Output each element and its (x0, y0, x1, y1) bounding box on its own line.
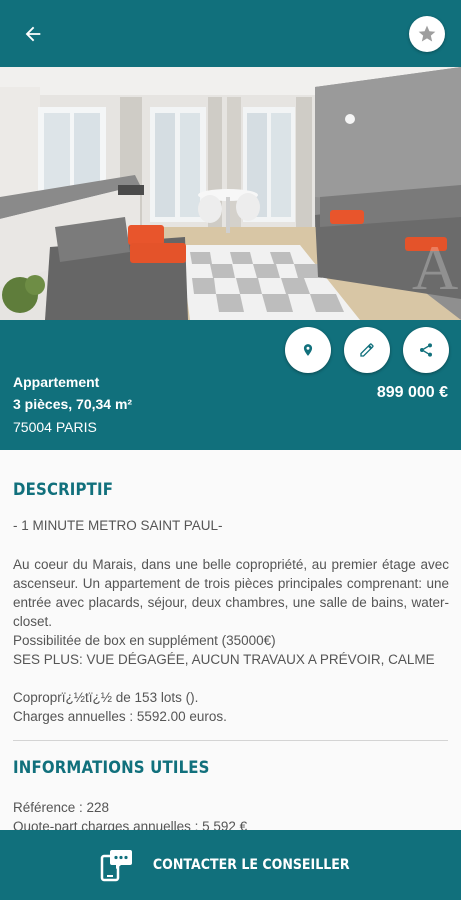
pencil-icon (360, 343, 374, 357)
property-rooms-area: 3 pièces, 70,34 m² (13, 396, 133, 412)
descriptif-title: DESCRIPTIF (13, 480, 114, 500)
edit-button[interactable] (344, 327, 390, 373)
agency-watermark: A (412, 232, 458, 303)
info-reference: Référence : 228 (13, 800, 110, 815)
contact-advisor-label: CONTACTER LE CONSEILLER (153, 857, 350, 873)
info-quote-part: Quote-part charges annuelles : 5 592 € (13, 819, 248, 830)
descriptif-headline: - 1 MINUTE METRO SAINT PAUL- (13, 518, 223, 533)
arrow-left-icon (25, 26, 41, 42)
contact-advisor-button[interactable]: CONTACTER LE CONSEILLER (0, 830, 461, 900)
top-app-bar (0, 0, 461, 67)
favorite-button[interactable] (409, 16, 445, 52)
share-button[interactable] (403, 327, 449, 373)
section-divider (13, 740, 448, 741)
back-button[interactable] (14, 16, 52, 52)
property-price: 899 000 € (376, 384, 448, 401)
descriptif-plus: SES PLUS: VUE DÉGAGÉE, AUCUN TRAVAUX A P… (13, 652, 435, 667)
infos-title: INFORMATIONS UTILES (13, 758, 210, 778)
map-pin-icon (303, 344, 313, 356)
star-icon (418, 25, 436, 42)
living-room-image: A (0, 67, 461, 320)
descriptif-box: Possibilitée de box en supplément (35000… (13, 633, 276, 648)
location-button[interactable] (285, 327, 331, 373)
descriptif-paragraph: Au coeur du Marais, dans une belle copro… (13, 557, 449, 629)
listing-details[interactable]: DESCRIPTIF - 1 MINUTE METRO SAINT PAUL- … (0, 450, 461, 830)
descriptif-charges: Charges annuelles : 5592.00 euros. (13, 709, 227, 724)
property-type: Appartement (13, 374, 100, 390)
descriptif-copro: Coproprï¿½tï¿½ de 153 lots (). (13, 690, 199, 705)
property-city: 75004 PARIS (13, 419, 97, 435)
chat-phone-icon (100, 850, 133, 882)
property-photo[interactable]: A (0, 67, 461, 320)
share-icon (420, 343, 432, 357)
